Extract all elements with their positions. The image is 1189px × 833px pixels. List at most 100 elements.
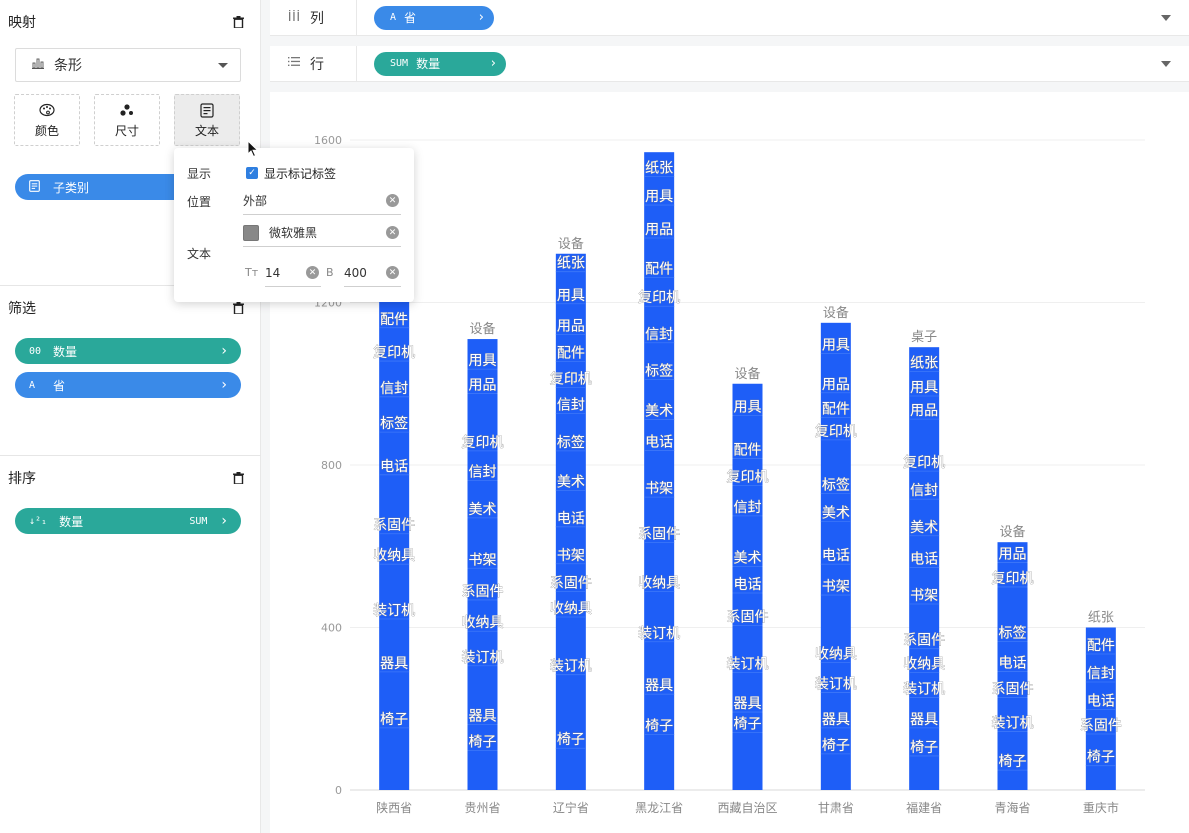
trash-icon[interactable] [231, 301, 245, 315]
segment-label: 美术 [557, 475, 585, 491]
bar-top-label: 设备 [734, 366, 760, 382]
segment-label: 椅子 [645, 718, 673, 734]
segment-label: 纸张 [910, 356, 938, 372]
segment-label: 系固件 [550, 575, 592, 591]
segment-label: 电话 [380, 459, 408, 475]
chevron-right-icon: › [221, 377, 227, 393]
segment-label: 配件 [380, 312, 408, 328]
segment-label: 配件 [645, 261, 673, 277]
text-doc-icon [200, 101, 214, 119]
segment-label: 配件 [1087, 638, 1115, 654]
column-pill-label: 省 [404, 11, 417, 25]
segment-label: 器具 [822, 712, 850, 728]
column-shelf-label: 列 [270, 0, 357, 36]
sort-pill[interactable]: ↓²₁ 数量 SUM › [15, 508, 241, 534]
segment-label: 收纳具 [815, 647, 857, 663]
aggregation-tag: SUM [390, 58, 409, 69]
show-label-checkbox[interactable]: ✓ [246, 167, 258, 179]
position-select[interactable]: 外部 ✕ [243, 187, 401, 215]
segment-label: 椅子 [999, 754, 1027, 770]
trash-icon[interactable] [231, 471, 245, 485]
color-channel-tile[interactable]: 颜色 [14, 94, 80, 146]
text-channel-tile[interactable]: 文本 [174, 94, 240, 146]
segment-label: 椅子 [910, 740, 938, 756]
clear-icon[interactable]: ✕ [386, 266, 399, 279]
segment-label: 书架 [822, 579, 850, 595]
segment-label: 收纳具 [903, 657, 945, 673]
chevron-right-icon: › [221, 343, 227, 359]
segment-label: 装订机 [815, 677, 857, 693]
rows-icon [288, 56, 300, 71]
clear-icon[interactable]: ✕ [386, 226, 399, 239]
segment-label: 收纳具 [462, 615, 504, 631]
segment-label: 装订机 [550, 659, 592, 675]
segment-label: 系固件 [1080, 718, 1122, 734]
column-shelf[interactable]: 列 A 省 › [270, 0, 1189, 36]
font-family-select[interactable]: 微软雅黑 ✕ [243, 219, 401, 247]
bar-top-label: 设备 [999, 524, 1025, 540]
row-shelf[interactable]: 行 SUM 数量 › [270, 45, 1189, 82]
y-tick-label: 400 [321, 622, 342, 635]
segment-label: 信封 [1087, 666, 1115, 682]
segment-label: 信封 [557, 397, 585, 413]
segment-label: 信封 [380, 381, 408, 397]
segment-label: 用品 [645, 222, 673, 238]
chevron-down-icon[interactable] [1161, 15, 1171, 21]
segment-label: 用具 [822, 337, 850, 353]
trash-icon[interactable] [231, 15, 245, 29]
segment-label: 标签 [822, 477, 850, 494]
sort-aggregation: SUM [189, 515, 208, 527]
row-pill-quantity[interactable]: SUM 数量 › [374, 51, 506, 76]
bar [379, 221, 410, 790]
filter-pill-province[interactable]: A 省 › [15, 372, 241, 398]
segment-label: 系固件 [903, 633, 945, 649]
column-label: 列 [310, 10, 324, 27]
chevron-down-icon [218, 62, 228, 68]
chevron-right-icon: › [490, 56, 496, 71]
segment-label: 复印机 [727, 468, 769, 485]
column-pill-province[interactable]: A 省 › [374, 5, 494, 30]
segment-label: 收纳具 [550, 601, 592, 617]
segment-label: 电话 [557, 511, 585, 527]
chart-type-select[interactable]: 条形 [15, 48, 241, 82]
show-label-text: 显示标记标签 [264, 167, 337, 181]
clear-icon[interactable]: ✕ [386, 194, 399, 207]
font-weight-input[interactable]: 400 ✕ [344, 259, 401, 287]
segment-label: 标签 [557, 434, 585, 451]
x-tick-label: 辽宁省 [553, 800, 589, 815]
segment-label: 书架 [645, 481, 673, 497]
tile-label: 文本 [194, 124, 219, 138]
segment-label: 书架 [469, 552, 497, 568]
font-color-swatch[interactable] [243, 224, 259, 241]
segment-label: 用品 [557, 319, 585, 335]
filter-title: 筛选 [8, 301, 36, 317]
row-pill-label: 数量 [416, 57, 441, 71]
segment-label: 椅子 [557, 732, 585, 748]
segment-label: 用具 [734, 400, 762, 416]
segment-label: 器具 [910, 712, 938, 728]
bar-chart-icon [32, 57, 44, 73]
segment-label: 椅子 [734, 716, 762, 732]
x-tick-label: 青海省 [994, 800, 1030, 815]
font-size-input[interactable]: 14 ✕ [265, 259, 321, 287]
segment-label: 用品 [469, 378, 497, 394]
chevron-down-icon[interactable] [1161, 61, 1171, 67]
size-channel-tile[interactable]: 尺寸 [94, 94, 160, 146]
bar-top-label: 设备 [469, 321, 495, 337]
segment-label: 复印机 [638, 289, 680, 306]
clear-icon[interactable]: ✕ [306, 266, 319, 279]
segment-label: 电话 [822, 548, 850, 564]
segment-label: 用具 [557, 288, 585, 304]
filter-label: 省 [53, 378, 66, 393]
segment-label: 椅子 [380, 712, 408, 728]
segment-label: 装订机 [373, 603, 415, 619]
bar-top-label: 设备 [823, 305, 849, 321]
filter-pill-quantity[interactable]: 00 数量 › [15, 338, 241, 364]
segment-label: 装订机 [903, 681, 945, 697]
string-type-icon: A [29, 379, 36, 391]
position-value: 外部 [243, 194, 268, 208]
mapped-field-pill[interactable]: 子类别 [15, 174, 190, 200]
segment-label: 信封 [645, 327, 673, 343]
segment-label: 信封 [734, 500, 762, 516]
font-family-value: 微软雅黑 [269, 226, 318, 240]
